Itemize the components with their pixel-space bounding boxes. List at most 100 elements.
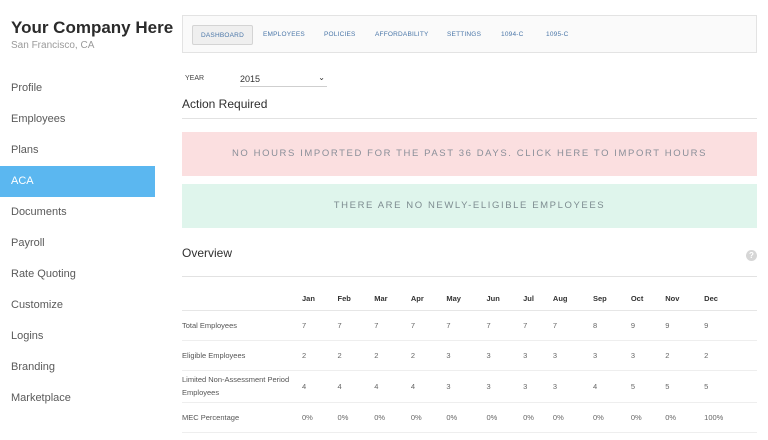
table-cell: 7 — [552, 310, 593, 341]
sidebar-item-profile[interactable]: Profile — [0, 73, 155, 104]
table-cell: 2 — [374, 340, 411, 371]
table-cell: 7 — [486, 310, 524, 341]
table-header-month: Feb — [337, 288, 375, 311]
table-cell: 4 — [593, 370, 631, 403]
table-cell: 7 — [337, 310, 375, 341]
sidebar: Your Company Here San Francisco, CA Prof… — [0, 0, 173, 440]
year-select-value: 2015 — [240, 74, 261, 84]
table-cell: 0% — [665, 402, 705, 433]
sidebar-item-employees[interactable]: Employees — [0, 104, 155, 135]
table-cell: 2 — [302, 340, 338, 371]
sidebar-nav: Profile Employees Plans ACA Documents Pa… — [0, 73, 155, 414]
divider — [182, 276, 757, 277]
eligible-employees-alert: THERE ARE NO NEWLY-ELIGIBLE EMPLOYEES — [182, 184, 757, 228]
tab-1095c[interactable]: 1095-C — [546, 25, 569, 45]
table-cell: 9 — [630, 310, 666, 341]
sidebar-item-rate-quoting[interactable]: Rate Quoting — [0, 259, 155, 290]
help-icon[interactable]: ? — [746, 250, 757, 261]
table-header-row: Jan Feb Mar Apr May Jun Jul Aug Sep Oct … — [182, 288, 757, 311]
table-header-month: Aug — [552, 288, 593, 311]
table-header-blank — [182, 288, 302, 311]
table-cell: 3 — [446, 370, 487, 403]
table-cell: 7 — [374, 310, 411, 341]
table-row: Total Employees 7 7 7 7 7 7 7 7 8 9 9 9 — [182, 310, 757, 341]
table-cell: 100% — [704, 402, 757, 433]
table-row: Limited Non-Assessment Period Employees … — [182, 370, 757, 403]
table-header-month: Mar — [374, 288, 411, 311]
sidebar-item-plans[interactable]: Plans — [0, 135, 155, 166]
table-header-month: Oct — [630, 288, 666, 311]
table-cell: 0% — [630, 402, 666, 433]
table-cell: 0% — [374, 402, 411, 433]
table-cell: 2 — [704, 340, 757, 371]
import-hours-alert[interactable]: NO HOURS IMPORTED FOR THE PAST 36 DAYS. … — [182, 132, 757, 176]
table-cell: 3 — [523, 340, 553, 371]
table-cell: 3 — [523, 370, 553, 403]
table-cell: 7 — [446, 310, 487, 341]
tab-dashboard[interactable]: DASHBOARD — [192, 25, 253, 45]
table-cell: 4 — [374, 370, 411, 403]
sidebar-item-branding[interactable]: Branding — [0, 352, 155, 383]
sidebar-item-payroll[interactable]: Payroll — [0, 228, 155, 259]
overview-title: Overview — [182, 246, 233, 260]
table-cell: 3 — [593, 340, 631, 371]
row-label: Eligible Employees — [182, 340, 302, 371]
row-label: Total Employees — [182, 310, 302, 341]
table-header-month: Jan — [302, 288, 338, 311]
table-header-month: May — [446, 288, 487, 311]
row-label: Limited Non-Assessment Period Employees — [182, 370, 302, 403]
tab-affordability[interactable]: AFFORDABILITY — [375, 25, 429, 45]
table-cell: 3 — [552, 340, 593, 371]
tab-1094c[interactable]: 1094-C — [501, 25, 524, 45]
table-header-month: Sep — [593, 288, 631, 311]
table-cell: 7 — [523, 310, 553, 341]
table-cell: 2 — [337, 340, 375, 371]
table-cell: 0% — [523, 402, 553, 433]
table-cell: 4 — [302, 370, 338, 403]
divider — [182, 118, 757, 119]
table-cell: 3 — [486, 340, 524, 371]
chevron-down-icon: ⌄ — [318, 73, 325, 82]
table-cell: 5 — [704, 370, 757, 403]
table-header-month: Jun — [486, 288, 524, 311]
table-cell: 0% — [446, 402, 487, 433]
sidebar-item-documents[interactable]: Documents — [0, 197, 155, 228]
table-cell: 9 — [665, 310, 705, 341]
table-cell: 8 — [593, 310, 631, 341]
table-cell: 0% — [552, 402, 593, 433]
tab-bar: DASHBOARD EMPLOYEES POLICIES AFFORDABILI… — [182, 15, 757, 53]
action-required-title: Action Required — [182, 97, 268, 111]
year-label: YEAR — [185, 75, 205, 82]
table-cell: 3 — [630, 340, 666, 371]
sidebar-item-customize[interactable]: Customize — [0, 290, 155, 321]
tab-settings[interactable]: SETTINGS — [447, 25, 481, 45]
table-row: MEC Percentage 0% 0% 0% 0% 0% 0% 0% 0% 0… — [182, 402, 757, 433]
table-cell: 0% — [337, 402, 375, 433]
table-header-month: Jul — [523, 288, 553, 311]
table-cell: 4 — [410, 370, 447, 403]
sidebar-item-aca[interactable]: ACA — [0, 166, 155, 197]
table-cell: 7 — [410, 310, 447, 341]
table-cell: 2 — [665, 340, 705, 371]
table-header-month: Apr — [410, 288, 447, 311]
sidebar-item-logins[interactable]: Logins — [0, 321, 155, 352]
company-location: San Francisco, CA — [11, 40, 95, 51]
overview-table: Jan Feb Mar Apr May Jun Jul Aug Sep Oct … — [182, 288, 757, 433]
year-select[interactable]: 2015 ⌄ — [240, 70, 327, 87]
tab-employees[interactable]: EMPLOYEES — [263, 25, 305, 45]
table-cell: 2 — [410, 340, 447, 371]
table-cell: 7 — [302, 310, 338, 341]
table-cell: 0% — [593, 402, 631, 433]
tab-policies[interactable]: POLICIES — [324, 25, 356, 45]
table-cell: 5 — [665, 370, 705, 403]
table-header-month: Dec — [704, 288, 757, 311]
company-name: Your Company Here — [11, 18, 174, 37]
table-cell: 3 — [446, 340, 487, 371]
table-cell: 0% — [486, 402, 524, 433]
table-cell: 3 — [486, 370, 524, 403]
row-label: MEC Percentage — [182, 402, 302, 433]
table-cell: 9 — [704, 310, 757, 341]
table-cell: 3 — [552, 370, 593, 403]
sidebar-item-marketplace[interactable]: Marketplace — [0, 383, 155, 414]
table-cell: 0% — [302, 402, 338, 433]
